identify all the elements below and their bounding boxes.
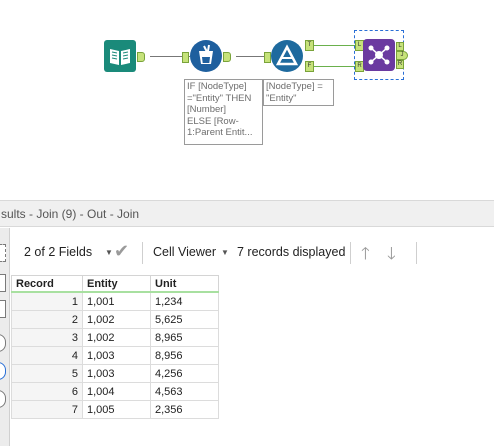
- scroll-up-arrow-icon[interactable]: 🡑: [361, 241, 370, 270]
- results-title: sults - Join (9) - Out - Join: [1, 207, 140, 221]
- join-out-l-anchor[interactable]: L: [396, 42, 404, 51]
- unit-cell[interactable]: 4,256: [150, 364, 219, 383]
- record-cell: 6: [11, 382, 83, 401]
- entity-cell[interactable]: 1,001: [82, 291, 151, 311]
- unit-cell[interactable]: 8,956: [150, 346, 219, 365]
- filter-tool[interactable]: [271, 40, 303, 72]
- formula-annotation: IF [NodeType] ="Entity" THEN [Number] EL…: [184, 79, 263, 145]
- toolbar-divider: [350, 242, 351, 264]
- table-row[interactable]: 3 1,002 8,965: [11, 328, 219, 347]
- fields-selector[interactable]: 2 of 2 Fields: [24, 245, 92, 259]
- join-tool[interactable]: [363, 39, 395, 71]
- zoom-view-icon[interactable]: [0, 300, 6, 318]
- entity-cell[interactable]: 1,003: [82, 364, 151, 383]
- table-row[interactable]: 2 1,002 5,625: [11, 310, 219, 329]
- formula-input-anchor[interactable]: [182, 52, 189, 63]
- record-cell: 1: [11, 291, 83, 311]
- table-row[interactable]: 5 1,003 4,256: [11, 364, 219, 383]
- unit-cell[interactable]: 8,965: [150, 328, 219, 347]
- records-count: 7 records displayed: [237, 245, 346, 259]
- column-header-entity[interactable]: Entity: [82, 275, 151, 293]
- results-side-toolbar: [0, 228, 10, 446]
- filter-input-anchor[interactable]: [264, 52, 271, 63]
- wire-filter-true-join-left: [314, 45, 358, 46]
- filter-true-anchor[interactable]: T: [305, 40, 314, 51]
- unit-cell[interactable]: 1,234: [150, 291, 219, 311]
- unit-cell[interactable]: 5,625: [150, 310, 219, 329]
- record-cell: 3: [11, 328, 83, 347]
- join-out-j-anchor[interactable]: J: [396, 51, 408, 60]
- entity-cell[interactable]: 1,003: [82, 346, 151, 365]
- filter-false-anchor[interactable]: F: [305, 61, 314, 72]
- formula-tool[interactable]: [190, 40, 222, 72]
- record-cell: 4: [11, 346, 83, 365]
- results-toolbar: 2 of 2 Fields ▼ ✔ Cell Viewer ▼ 7 record…: [10, 236, 494, 270]
- wire-filter-false-join-right: [314, 66, 358, 67]
- table-row[interactable]: 7 1,005 2,356: [11, 400, 219, 419]
- unit-cell[interactable]: 2,356: [150, 400, 219, 419]
- entity-cell[interactable]: 1,002: [82, 310, 151, 329]
- column-header-unit[interactable]: Unit: [150, 275, 219, 293]
- table-row[interactable]: 6 1,004 4,563: [11, 382, 219, 401]
- formula-icon: [190, 40, 222, 72]
- anchor-icon-3[interactable]: [0, 390, 6, 408]
- apply-check-icon[interactable]: ✔: [114, 241, 129, 262]
- input-output-anchor[interactable]: [137, 52, 145, 62]
- toolbar-divider: [416, 242, 417, 264]
- entity-cell[interactable]: 1,004: [82, 382, 151, 401]
- fields-dropdown-caret-icon[interactable]: ▼: [105, 248, 113, 257]
- column-header-record[interactable]: Record: [11, 275, 83, 293]
- entity-cell[interactable]: 1,002: [82, 328, 151, 347]
- book-icon: [104, 40, 136, 72]
- record-cell: 2: [11, 310, 83, 329]
- cell-viewer-selector[interactable]: Cell Viewer: [153, 245, 216, 259]
- toolbar-divider: [142, 242, 143, 264]
- record-cell: 5: [11, 364, 83, 383]
- formula-output-anchor[interactable]: [223, 52, 231, 62]
- workflow-canvas[interactable]: T F L R L J R IF [NodeType] ="Entity" TH…: [0, 0, 494, 200]
- filter-icon: [271, 40, 303, 72]
- column-view-icon[interactable]: [0, 274, 6, 292]
- record-cell: 7: [11, 400, 83, 419]
- table-row[interactable]: 4 1,003 8,956: [11, 346, 219, 365]
- grid-view-icon[interactable]: [0, 244, 6, 262]
- table-row[interactable]: 1 1,001 1,234: [11, 291, 219, 311]
- grid-header-row: Record Entity Unit: [11, 275, 219, 293]
- unit-cell[interactable]: 4,563: [150, 382, 219, 401]
- filter-annotation: [NodeType] = "Entity": [263, 79, 334, 106]
- scroll-down-arrow-icon[interactable]: 🡓: [387, 241, 396, 270]
- input-data-tool[interactable]: [104, 40, 136, 72]
- anchor-icon-1[interactable]: [0, 334, 6, 352]
- entity-cell[interactable]: 1,005: [82, 400, 151, 419]
- results-grid: Record Entity Unit 1 1,001 1,234 2 1,002 5,6…: [11, 275, 219, 419]
- results-header: sults - Join (9) - Out - Join: [0, 200, 494, 227]
- anchor-icon-2[interactable]: [0, 362, 6, 380]
- join-out-r-anchor[interactable]: R: [396, 60, 404, 69]
- join-icon: [363, 39, 395, 71]
- cell-viewer-caret-icon[interactable]: ▼: [221, 248, 229, 257]
